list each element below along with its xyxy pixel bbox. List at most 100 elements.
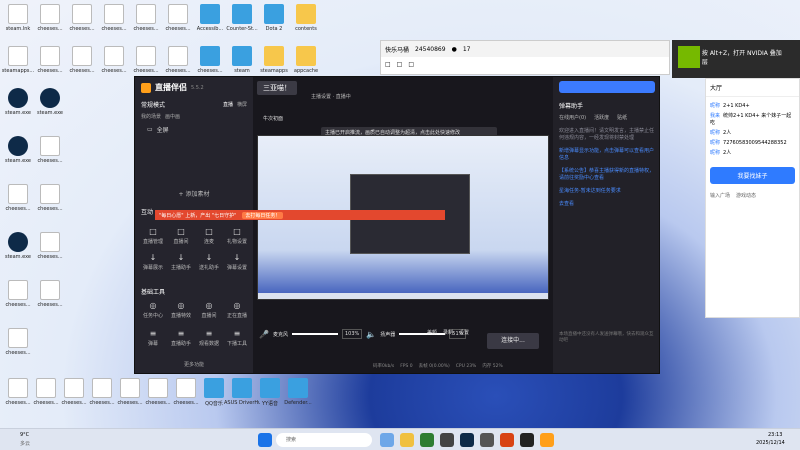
taskbar-app-icon[interactable] xyxy=(420,433,434,447)
promo-button[interactable]: 去打每日任务！ xyxy=(242,211,284,219)
tool-button[interactable]: ≡ 直播助手 xyxy=(169,329,193,347)
desktop-icon[interactable]: cheeses... xyxy=(32,232,68,260)
tool-button[interactable]: □ 直播间 xyxy=(169,227,193,245)
desktop-icon[interactable]: cheeses... xyxy=(32,4,68,32)
mode-select[interactable]: 常规模式 xyxy=(141,100,165,109)
tool-button[interactable]: ◎ 直播间 xyxy=(197,301,221,319)
desktop-icon[interactable]: steam xyxy=(224,46,260,74)
chat-message: 昵称 2人 xyxy=(710,149,795,156)
tool-button[interactable]: ≡ 下播工具 xyxy=(225,329,249,347)
app-icon xyxy=(288,378,308,398)
chat-user[interactable]: 昵称 xyxy=(710,140,720,146)
taskbar-app-icon[interactable] xyxy=(400,433,414,447)
file-icon xyxy=(8,232,28,252)
screen-icon: ▭ xyxy=(147,126,153,133)
add-material-button[interactable]: + 添加素材 xyxy=(135,189,253,198)
scene-tab[interactable]: 横屏 xyxy=(237,101,247,108)
settings-button[interactable]: 设置 xyxy=(459,329,469,336)
chat-user[interactable]: 我来 xyxy=(710,113,720,119)
beauty-button[interactable]: 美颜 xyxy=(427,329,437,336)
tool-button[interactable]: ≡ 观看数据 xyxy=(197,329,221,347)
desktop-icon[interactable]: cheeses... xyxy=(160,46,196,74)
tool-button[interactable]: □ 直播管理 xyxy=(141,227,165,245)
tab-sticker[interactable]: 贴纸 xyxy=(617,114,627,121)
start-icon[interactable] xyxy=(258,433,272,447)
desktop-icon[interactable]: steamapps xyxy=(256,46,292,74)
mic-slider[interactable] xyxy=(291,333,338,335)
desktop-icon[interactable]: Counter-St... xyxy=(224,4,260,32)
chat-foot-2[interactable]: 游戏动态 xyxy=(736,192,756,199)
taskbar-app-icon[interactable] xyxy=(440,433,454,447)
desktop-icon[interactable]: cheeses... xyxy=(64,4,100,32)
desktop-icon[interactable]: cheeses... xyxy=(0,184,36,212)
tool-icon: ◎ xyxy=(149,301,157,310)
tab-active[interactable]: 活跃度 xyxy=(594,114,609,121)
taskbar-app-icon[interactable] xyxy=(480,433,494,447)
desktop-icon[interactable]: Defender... xyxy=(280,378,316,406)
desktop-icon[interactable]: cheeses... xyxy=(96,4,132,32)
tool-button[interactable]: □ 礼物设置 xyxy=(225,227,249,245)
more-functions[interactable]: 更多功能 xyxy=(135,361,253,368)
desktop-icon[interactable]: cheeses... xyxy=(128,4,164,32)
tool-button[interactable]: ◎ 正在直播 xyxy=(225,301,249,319)
desktop-icon[interactable]: cheeses... xyxy=(96,46,132,74)
desktop-icon[interactable]: Dota 2 xyxy=(256,4,292,32)
find-girl-button[interactable]: 我要找妹子 xyxy=(710,167,795,184)
taskbar-app-icon[interactable] xyxy=(500,433,514,447)
tool-icon[interactable]: □ xyxy=(385,61,391,68)
record-button[interactable]: 录制 xyxy=(443,329,453,336)
tool-button[interactable]: ≡ 弹幕 xyxy=(141,329,165,347)
desktop-icon[interactable]: cheeses... xyxy=(32,184,68,212)
desktop-icon[interactable]: cheeses... xyxy=(32,136,68,164)
tool-button[interactable]: ↓ 弹幕展示 xyxy=(141,253,165,271)
scene-item[interactable]: 全屏 xyxy=(157,125,169,134)
desktop-icon[interactable]: steamapps... xyxy=(0,46,36,74)
desktop-icon[interactable]: steam.exe xyxy=(0,232,36,260)
go-live-button[interactable]: 连接中... xyxy=(487,333,539,349)
desktop-icon[interactable]: cheeses... xyxy=(192,46,228,74)
file-icon xyxy=(8,46,28,66)
chat-foot-1[interactable]: 输入广场 xyxy=(710,192,730,199)
speaker-icon[interactable]: 🔈 xyxy=(366,330,376,339)
tool-icon[interactable]: □ xyxy=(397,61,403,68)
tool-icon: □ xyxy=(177,227,185,236)
desktop-icon[interactable]: cheeses... xyxy=(32,46,68,74)
tab-online[interactable]: 在线用户(0) xyxy=(559,114,586,121)
tool-icon[interactable]: □ xyxy=(408,61,414,68)
desktop-icon[interactable]: cheeses... xyxy=(0,328,36,356)
tool-button[interactable]: ◎ 任务中心 xyxy=(141,301,165,319)
tool-button[interactable]: ↓ 送礼助手 xyxy=(197,253,221,271)
tool-button[interactable]: ◎ 直播特效 xyxy=(169,301,193,319)
desktop-icon-label: cheeses... xyxy=(101,26,127,32)
desktop-icon[interactable]: cheeses... xyxy=(160,4,196,32)
desktop-icon[interactable]: steam.lnk xyxy=(0,4,36,32)
desktop-icon[interactable]: cheeses... xyxy=(64,46,100,74)
mic-icon[interactable]: 🎤 xyxy=(259,330,269,339)
tab-interact[interactable]: 互动 xyxy=(141,207,153,216)
taskbar-app-icon[interactable] xyxy=(520,433,534,447)
desktop-icon[interactable]: cheeses... xyxy=(0,280,36,308)
taskbar-app-icon[interactable] xyxy=(380,433,394,447)
chat-user[interactable]: 昵称 xyxy=(710,130,720,136)
chat-user[interactable]: 昵称 xyxy=(710,150,720,156)
scene-tab[interactable]: 直播 xyxy=(223,101,233,108)
taskbar-app-icon[interactable] xyxy=(540,433,554,447)
scene-tab[interactable]: 画中画 xyxy=(165,113,180,120)
desktop-icon[interactable]: contents xyxy=(288,4,324,32)
desktop-icon[interactable]: steam.exe xyxy=(0,136,36,164)
desktop-icon-label: cheeses... xyxy=(37,302,63,308)
tool-button[interactable]: ↓ 弹幕设置 xyxy=(225,253,249,271)
taskbar-app-icon[interactable] xyxy=(460,433,474,447)
desktop-icon[interactable]: Accessib... xyxy=(192,4,228,32)
desktop-icon[interactable]: cheeses... xyxy=(32,280,68,308)
tool-button[interactable]: ↓ 主播助手 xyxy=(169,253,193,271)
desktop-icon[interactable]: steam.exe xyxy=(0,88,36,116)
desktop-icon[interactable]: steam.exe xyxy=(32,88,68,116)
desktop-icon-label: Accessib... xyxy=(196,26,224,32)
tool-button[interactable]: □ 连麦 xyxy=(197,227,221,245)
desktop-icon[interactable]: cheeses... xyxy=(128,46,164,74)
search-box[interactable]: 搜索 xyxy=(276,433,372,447)
desktop-icon[interactable]: appcache xyxy=(288,46,324,74)
chat-user[interactable]: 昵称 xyxy=(710,103,720,109)
clock-date: 2025/12/14 xyxy=(756,440,785,446)
